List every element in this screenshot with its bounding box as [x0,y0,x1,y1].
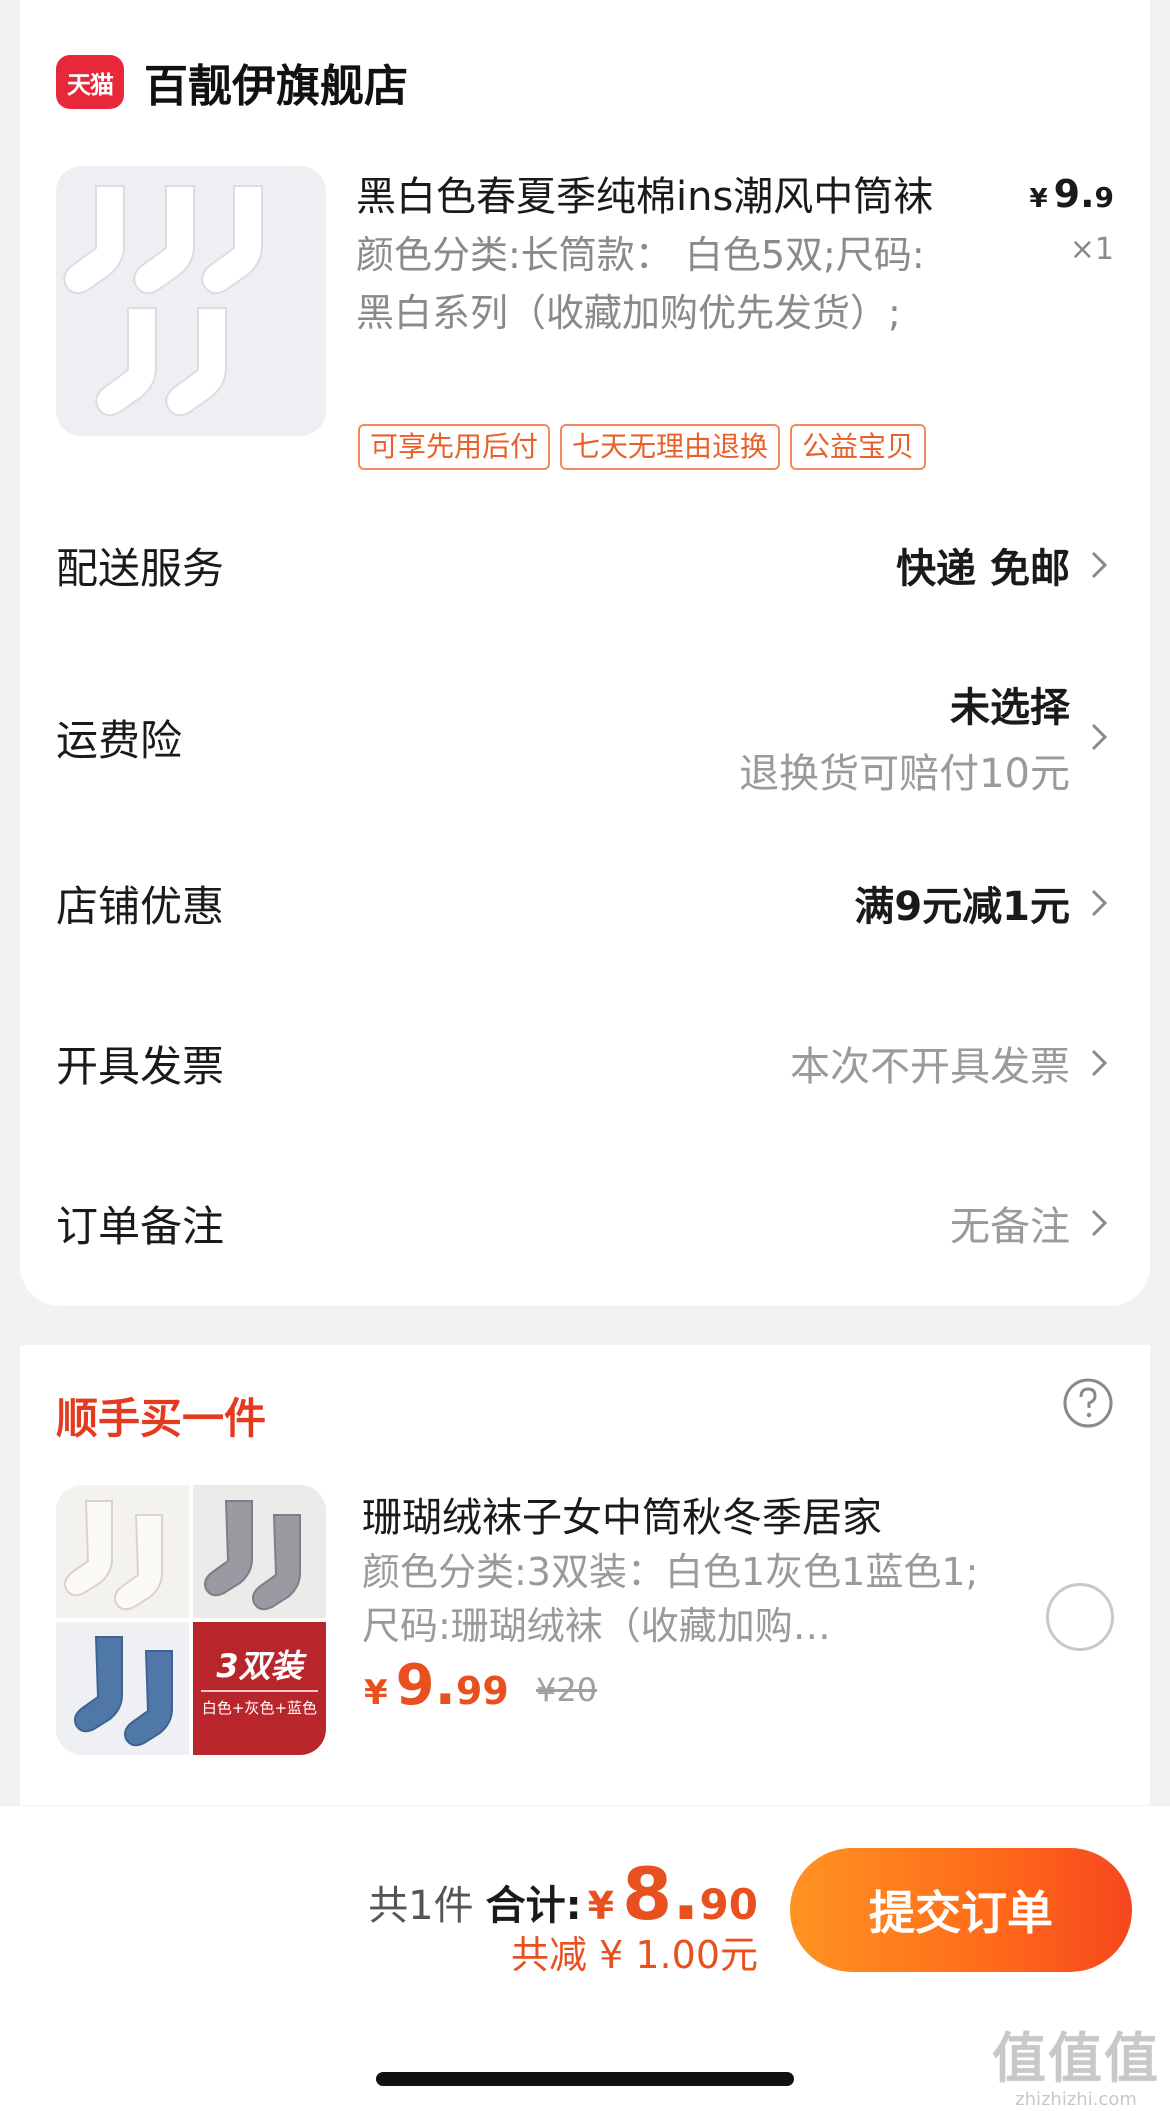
home-indicator[interactable] [376,2072,794,2086]
chevron-right-icon [1091,723,1108,751]
addon-badge-title: 3双装 [216,1647,303,1685]
question-circle-icon[interactable] [1062,1377,1114,1429]
addon-price-integer: 9. [395,1653,456,1718]
chevron-right-icon [1091,1049,1108,1077]
order-note-row[interactable]: 订单备注 无备注 [56,1188,1114,1258]
insurance-subtext: 退换货可赔付10元 [739,751,1070,797]
service-tags: 可享先用后付 七天无理由退换 公益宝贝 [358,424,927,470]
note-value: 无备注 [950,1204,1070,1250]
discount-label: 店铺优惠 [56,881,225,931]
product-image[interactable] [56,166,326,436]
price-decimal: 9 [1094,181,1114,214]
invoice-label: 开具发票 [56,1041,225,1091]
addon-section: 顺手买一件 3双装 白色+灰色+蓝色 珊瑚绒袜子女中筒秋冬季居家 颜色分类:3双… [20,1345,1150,1805]
invoice-value: 本次不开具发票 [790,1044,1070,1090]
insurance-label: 运费险 [56,715,183,765]
total-currency: ¥ [587,1884,615,1928]
tag-charity: 公益宝贝 [790,424,927,470]
tag-seven-day-return: 七天无理由退换 [560,424,781,470]
addon-badge-subtitle: 白色+灰色+蓝色 [201,1699,318,1717]
tmall-logo-icon: 天猫 [56,55,124,109]
price-currency: ¥ [1029,184,1048,214]
price-integer: 9. [1053,172,1095,216]
shop-discount-row[interactable]: 店铺优惠 满9元减1元 [56,868,1114,938]
radio-unchecked-icon[interactable] [1046,1583,1114,1651]
shipping-insurance-row[interactable]: 运费险 未选择 退换货可赔付10元 [56,672,1114,802]
addon-price-decimal: 99 [455,1669,509,1713]
shop-order-card: 天猫 百靓伊旗舰店 黑白色春夏季纯棉ins潮风中筒袜 颜色分类:长筒款： 白色5… [20,0,1150,1306]
addon-product-sku[interactable]: 颜色分类:3双装：白色1灰色1蓝色1;尺码:珊瑚绒袜（收藏加购… [362,1545,1002,1653]
addon-original-price: ¥20 [536,1671,598,1709]
product-sku[interactable]: 颜色分类:长筒款： 白色5双;尺码:黑白系列（收藏加购优先发货）; [356,226,956,342]
delivery-row[interactable]: 配送服务 快递 免邮 [56,530,1114,600]
discount-value: 满9元减1元 [854,884,1070,930]
insurance-value: 未选择 [950,685,1070,731]
watermark-logo: 值值值 zhizhizhi.com [992,2014,1160,2110]
watermark-text: 值值值 [992,2027,1160,2090]
addon-price: ¥9.99 [364,1653,509,1718]
total-saved: 共减 ¥ 1.00元 [511,1933,758,1977]
addon-product-image[interactable]: 3双装 白色+灰色+蓝色 [56,1485,326,1755]
delivery-value: 快递 免邮 [896,546,1070,592]
product-price: ¥9.9 [1030,172,1114,216]
addon-product-name[interactable]: 珊瑚绒袜子女中筒秋冬季居家 [362,1485,882,1543]
tag-pay-later: 可享先用后付 [358,424,551,470]
addon-price-currency: ¥ [364,1673,388,1713]
note-label: 订单备注 [56,1201,225,1251]
socks-image-icon [56,166,326,436]
product-quantity: ×1 [1069,232,1114,267]
chevron-right-icon [1091,889,1108,917]
shop-name[interactable]: 百靓伊旗舰店 [144,50,408,114]
invoice-row[interactable]: 开具发票 本次不开具发票 [56,1028,1114,1098]
addon-section-title: 顺手买一件 [56,1394,267,1443]
shop-header[interactable]: 天猫 百靓伊旗舰店 [56,52,408,112]
total-label: 合计: [485,1883,582,1929]
total-decimal: 90 [699,1880,758,1929]
product-title[interactable]: 黑白色春夏季纯棉ins潮风中筒袜 [356,164,933,222]
item-count: 共1件 [368,1883,474,1929]
chevron-right-icon [1091,1209,1108,1237]
checkout-bar: 共1件 合计: ¥ 8. 90 共减 ¥ 1.00元 提交订单 值值值 zhizh… [0,1806,1170,2111]
submit-order-button[interactable]: 提交订单 [790,1848,1132,1972]
chevron-right-icon [1091,551,1108,579]
watermark-url: zhizhizhi.com [1015,2089,1137,2110]
delivery-label: 配送服务 [56,543,225,593]
